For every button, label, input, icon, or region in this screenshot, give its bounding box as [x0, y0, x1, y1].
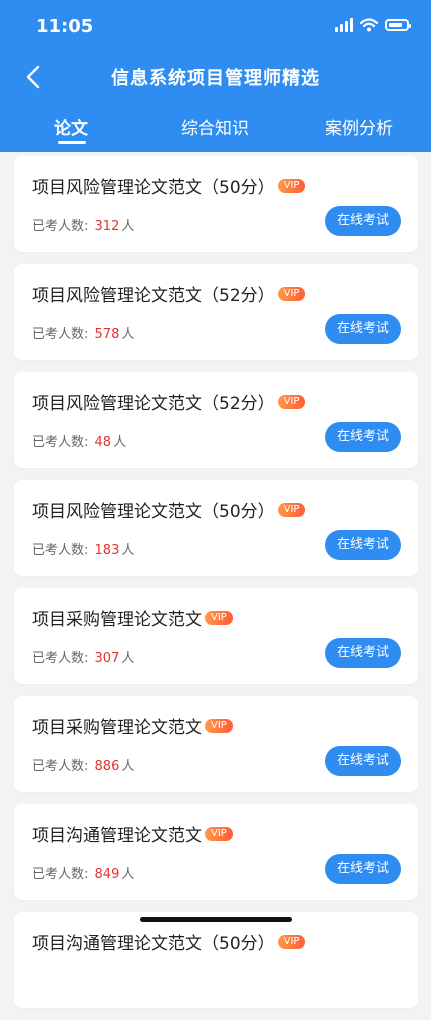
count-label: 已考人数:: [32, 327, 89, 342]
paper-title: 项目风险管理论文范文（52分） VIP: [32, 389, 306, 414]
exam-count: 已考人数: 886 人: [32, 755, 134, 774]
count-value: 183: [94, 543, 120, 558]
list-item[interactable]: 项目采购管理论文范文 VIP 已考人数: 307 人 在线考试: [14, 588, 418, 684]
count-unit: 人: [121, 327, 135, 342]
count-unit: 人: [121, 759, 135, 774]
online-exam-button[interactable]: 在线考试: [325, 314, 401, 344]
vip-badge: VIP: [277, 286, 306, 301]
page-title: 信息系统项目管理师精选: [111, 68, 320, 89]
vip-badge: VIP: [205, 610, 233, 625]
count-value: 578: [94, 327, 120, 342]
count-value: 307: [94, 651, 120, 666]
list-item[interactable]: 项目沟通管理论文范文（50分） VIP: [14, 912, 418, 1008]
count-value: 849: [94, 867, 120, 882]
status-time: 11:05: [36, 16, 94, 37]
paper-title: 项目采购管理论文范文 VIP: [32, 713, 233, 738]
paper-title-text: 项目沟通管理论文范文: [32, 826, 202, 846]
online-exam-button[interactable]: 在线考试: [325, 206, 401, 236]
status-icons: [335, 18, 411, 32]
online-exam-button[interactable]: 在线考试: [325, 746, 401, 776]
exam-count: 已考人数: 312 人: [32, 215, 134, 234]
online-exam-button[interactable]: 在线考试: [325, 530, 401, 560]
paper-title: 项目采购管理论文范文 VIP: [32, 605, 233, 630]
vip-badge: VIP: [277, 502, 306, 517]
count-label: 已考人数:: [32, 651, 89, 666]
vip-badge: VIP: [277, 178, 306, 193]
tab-essay[interactable]: 论文: [54, 114, 88, 139]
count-value: 312: [94, 219, 120, 234]
count-label: 已考人数:: [32, 759, 89, 774]
paper-title-text: 项目采购管理论文范文: [32, 610, 202, 630]
list-item[interactable]: 项目风险管理论文范文（50分） VIP 已考人数: 312 人 在线考试: [14, 156, 418, 252]
list-item[interactable]: 项目沟通管理论文范文 VIP 已考人数: 849 人 在线考试: [14, 804, 418, 900]
exam-count: 已考人数: 183 人: [32, 539, 134, 558]
paper-title-text: 项目采购管理论文范文: [32, 718, 202, 738]
online-exam-button[interactable]: 在线考试: [325, 422, 401, 452]
count-label: 已考人数:: [32, 543, 89, 558]
exam-count: 已考人数: 307 人: [32, 647, 134, 666]
count-value: 48: [94, 435, 112, 450]
vip-badge: VIP: [205, 718, 233, 733]
paper-title-text: 项目风险管理论文范文（50分）: [32, 502, 275, 522]
paper-title: 项目沟通管理论文范文 VIP: [32, 821, 233, 846]
battery-icon: [385, 19, 411, 31]
count-unit: 人: [113, 435, 127, 450]
wifi-icon: [360, 18, 378, 32]
count-unit: 人: [121, 867, 135, 882]
count-unit: 人: [121, 543, 135, 558]
home-indicator: [140, 917, 292, 922]
paper-title: 项目风险管理论文范文（50分） VIP: [32, 497, 306, 522]
status-bar: 11:05: [0, 0, 431, 52]
signal-icon: [335, 18, 353, 32]
list-item[interactable]: 项目风险管理论文范文（52分） VIP 已考人数: 578 人 在线考试: [14, 264, 418, 360]
paper-title: 项目风险管理论文范文（50分） VIP: [32, 173, 306, 198]
vip-badge: VIP: [277, 934, 306, 949]
online-exam-button[interactable]: 在线考试: [325, 638, 401, 668]
count-label: 已考人数:: [32, 867, 89, 882]
vip-badge: VIP: [277, 394, 306, 409]
exam-count: 已考人数: 849 人: [32, 863, 134, 882]
app-header: 11:05 信息系统项目管理师精选 论文 综合知识 案例分析: [0, 0, 431, 152]
paper-title-text: 项目风险管理论文范文（52分）: [32, 286, 275, 306]
tab-bar: 论文 综合知识 案例分析: [0, 110, 431, 152]
exam-count: 已考人数: 48 人: [32, 431, 126, 450]
list-item[interactable]: 项目采购管理论文范文 VIP 已考人数: 886 人 在线考试: [14, 696, 418, 792]
vip-badge: VIP: [205, 826, 233, 841]
list-item[interactable]: 项目风险管理论文范文（50分） VIP 已考人数: 183 人 在线考试: [14, 480, 418, 576]
tab-general-knowledge[interactable]: 综合知识: [181, 114, 249, 139]
paper-list: 项目风险管理论文范文（50分） VIP 已考人数: 312 人 在线考试 项目风险管…: [14, 156, 418, 1020]
paper-title: 项目风险管理论文范文（52分） VIP: [32, 281, 306, 306]
count-unit: 人: [121, 651, 135, 666]
exam-count: 已考人数: 578 人: [32, 323, 134, 342]
paper-title-text: 项目风险管理论文范文（52分）: [32, 394, 275, 414]
count-value: 886: [94, 759, 120, 774]
count-unit: 人: [121, 219, 135, 234]
count-label: 已考人数:: [32, 435, 89, 450]
online-exam-button[interactable]: 在线考试: [325, 854, 401, 884]
active-tab-indicator: [58, 141, 86, 144]
list-item[interactable]: 项目风险管理论文范文（52分） VIP 已考人数: 48 人 在线考试: [14, 372, 418, 468]
tab-case-analysis[interactable]: 案例分析: [325, 114, 393, 139]
paper-title-text: 项目风险管理论文范文（50分）: [32, 178, 275, 198]
count-label: 已考人数:: [32, 219, 89, 234]
